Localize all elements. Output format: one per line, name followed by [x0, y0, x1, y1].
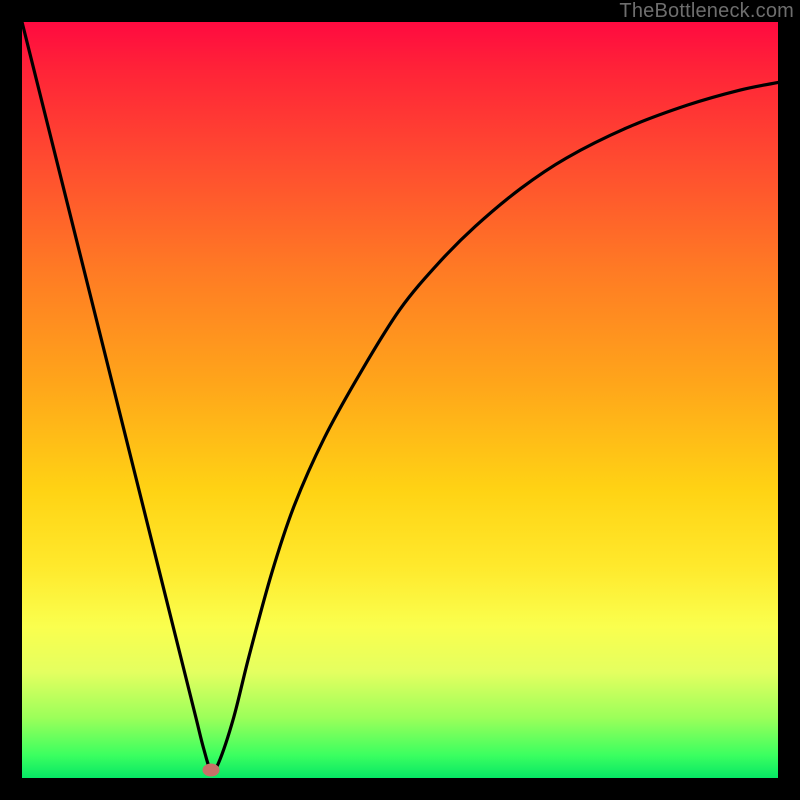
- chart-frame: [22, 22, 778, 778]
- bottleneck-curve: [22, 22, 778, 778]
- minimum-marker: [203, 764, 220, 777]
- watermark-text: TheBottleneck.com: [619, 0, 794, 23]
